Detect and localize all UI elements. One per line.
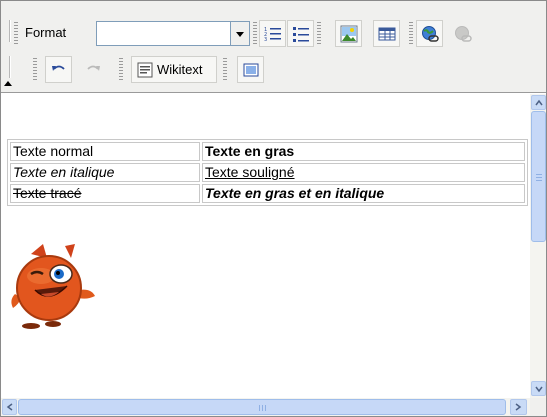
table-row: Texte en italique Texte souligné [10, 163, 525, 182]
unordered-list-icon [293, 27, 309, 42]
formatting-table: Texte normal Texte en gras Texte en ital… [7, 139, 528, 206]
fullscreen-icon [243, 63, 259, 77]
insert-image-button[interactable] [335, 20, 362, 47]
format-select[interactable] [96, 21, 231, 46]
ordered-list-icon: 1 2 3 [264, 27, 281, 43]
scroll-up-button[interactable] [531, 95, 546, 110]
toolbar-grip [253, 22, 257, 46]
wysiwyg-editor: Format 1 2 3 Wikitext Texte normal Texte… [0, 0, 547, 417]
editor-toolbar: Format 1 2 3 Wikitext [1, 1, 546, 93]
table-icon [378, 27, 396, 41]
horizontal-scrollbar[interactable] [1, 398, 530, 416]
wikitext-icon [137, 62, 153, 78]
scroll-down-button[interactable] [531, 381, 546, 396]
mascot-image [11, 244, 95, 329]
image-icon [340, 25, 358, 43]
ordered-list-button[interactable]: 1 2 3 [259, 20, 286, 47]
unordered-list-button[interactable] [287, 20, 314, 47]
scroll-grip [536, 174, 542, 181]
chevron-up-icon [535, 99, 543, 106]
editor-content-area[interactable]: Texte normal Texte en gras Texte en ital… [1, 94, 530, 398]
svg-text:3: 3 [264, 37, 267, 43]
wikitext-label: Wikitext [157, 62, 203, 77]
horizontal-scroll-thumb[interactable] [18, 399, 506, 415]
redo-button[interactable] [79, 56, 106, 83]
unlink-button[interactable] [449, 20, 476, 47]
toolbar-separator [9, 56, 11, 78]
toolbar-collapse-icon[interactable] [4, 81, 12, 86]
toolbar-grip [119, 58, 123, 82]
table-cell: Texte souligné [202, 163, 525, 182]
undo-icon [52, 65, 65, 71]
table-cell: Texte en gras [202, 142, 525, 161]
link-icon [422, 26, 439, 42]
table-cell: Texte normal [10, 142, 200, 161]
chevron-down-icon [535, 386, 543, 393]
toolbar-grip [33, 58, 37, 82]
wikitext-button[interactable]: Wikitext [131, 56, 217, 83]
table-row: Texte normal Texte en gras [10, 142, 525, 161]
table-row: Texte tracé Texte en gras et en italique [10, 184, 525, 203]
table-cell: Texte tracé [10, 184, 200, 203]
toolbar-grip [409, 22, 413, 46]
vertical-scroll-thumb[interactable] [531, 111, 546, 242]
chevron-down-icon[interactable] [231, 21, 250, 46]
fullscreen-button[interactable] [237, 56, 264, 83]
vertical-scrollbar[interactable] [530, 94, 546, 398]
insert-link-button[interactable] [416, 20, 443, 47]
table-cell: Texte en gras et en italique [202, 184, 525, 203]
scroll-grip [259, 405, 266, 411]
toolbar-grip [14, 22, 18, 46]
scrollbar-corner [530, 398, 546, 416]
toolbar-grip [317, 22, 321, 46]
toolbar-grip [223, 58, 227, 82]
scroll-left-button[interactable] [2, 399, 17, 415]
chevron-left-icon [6, 403, 13, 411]
undo-button[interactable] [45, 56, 72, 83]
chevron-right-icon [515, 403, 522, 411]
table-cell: Texte en italique [10, 163, 200, 182]
insert-table-button[interactable] [373, 20, 400, 47]
redo-icon [87, 65, 100, 71]
unlink-icon [455, 26, 472, 42]
format-label: Format [25, 25, 67, 40]
toolbar-separator [9, 20, 11, 42]
scroll-right-button[interactable] [510, 399, 527, 415]
